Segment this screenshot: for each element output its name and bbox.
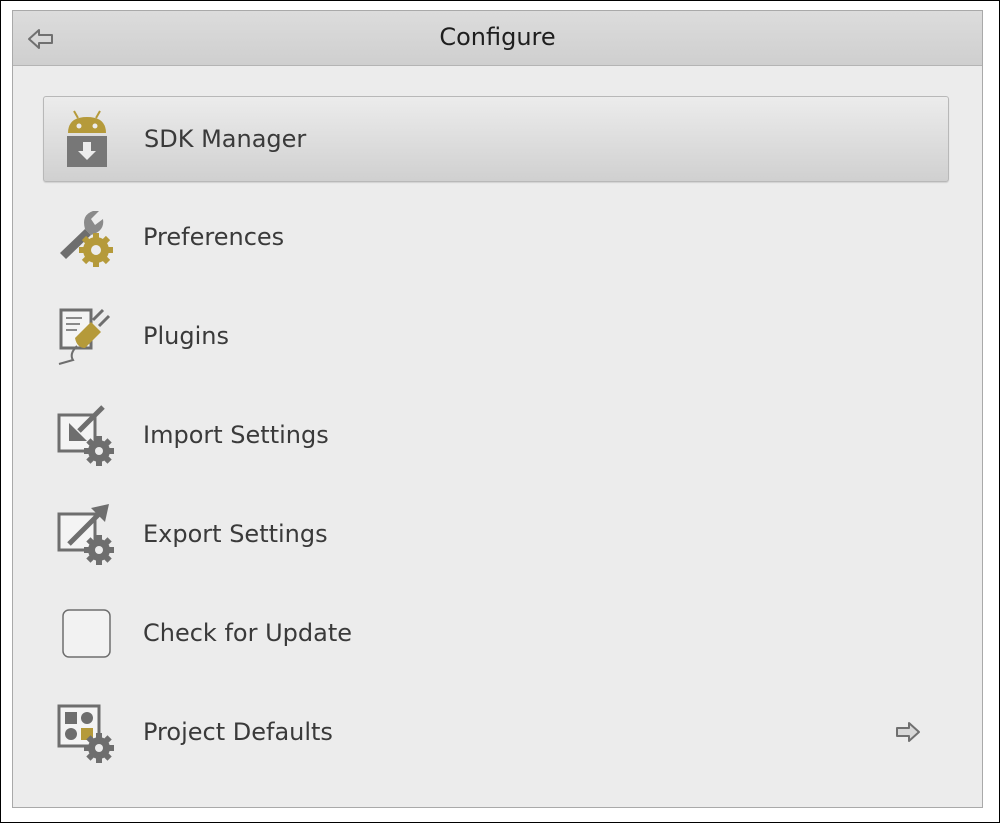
menu-item-label: SDK Manager [144,125,307,153]
import-settings-icon [55,405,117,467]
project-defaults-icon [55,702,117,764]
menu-item-label: Import Settings [143,421,329,449]
menu-item-label: Check for Update [143,619,353,647]
menu-item-label: Plugins [143,322,229,350]
plugin-icon [55,306,117,368]
menu-item-label: Project Defaults [143,718,333,746]
menu-item-sdk-manager[interactable]: SDK Manager [43,96,949,182]
menu-item-check-for-update[interactable]: Check for Update [43,591,949,677]
menu-item-plugins[interactable]: Plugins [43,294,949,380]
wrench-gear-icon [55,207,117,269]
export-settings-icon [55,504,117,566]
page-title: Configure [439,23,556,51]
configure-panel: Configure SDK Manager Preferences Plugin… [12,10,983,808]
menu-item-label: Export Settings [143,520,328,548]
menu-item-project-defaults[interactable]: Project Defaults [43,690,949,776]
title-bar: Configure [13,11,982,66]
menu-item-export-settings[interactable]: Export Settings [43,492,949,578]
menu-item-import-settings[interactable]: Import Settings [43,393,949,479]
menu-item-preferences[interactable]: Preferences [43,195,949,281]
window-frame: Configure SDK Manager Preferences Plugin… [0,0,1000,823]
submenu-arrow-icon[interactable] [895,721,921,743]
menu-item-label: Preferences [143,223,285,251]
check-update-icon [55,603,117,665]
sdk-manager-icon [56,109,118,171]
